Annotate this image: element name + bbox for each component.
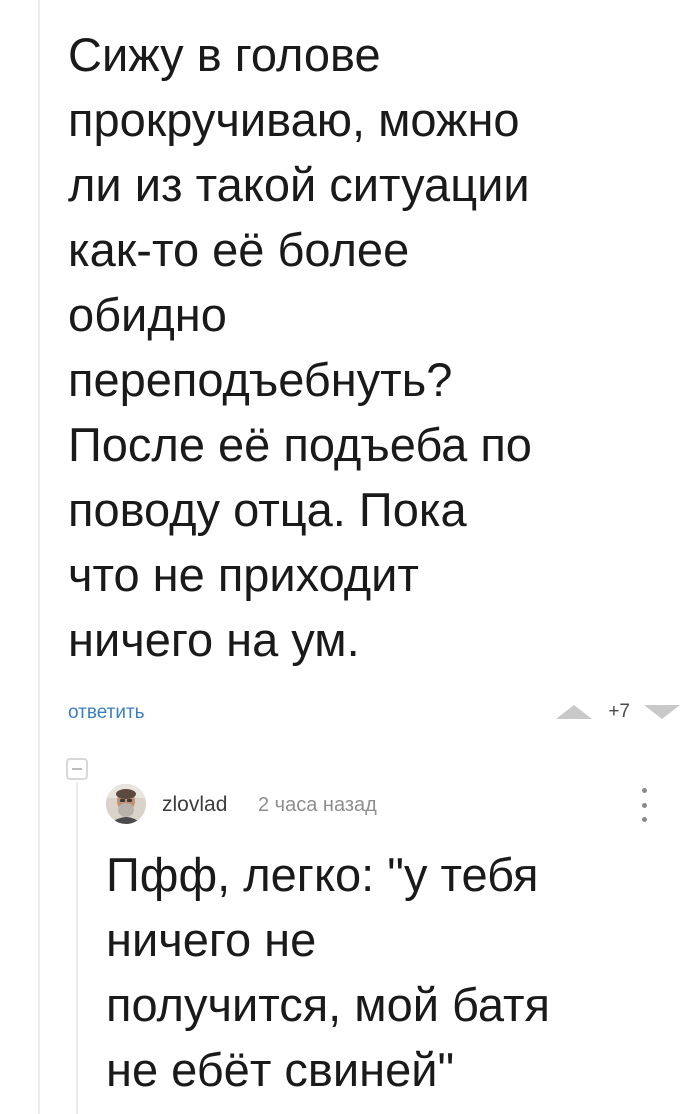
collapse-thread-icon[interactable] bbox=[66, 758, 88, 780]
comment-body: Сижу в голове прокручиваю, можно ли из т… bbox=[68, 28, 532, 666]
dot bbox=[641, 817, 647, 822]
vote-count: +7 bbox=[608, 701, 630, 722]
vote-control: +7 bbox=[556, 698, 680, 726]
comments-page: Сижу в голове прокручиваю, можно ли из т… bbox=[0, 0, 700, 1114]
reply-timestamp: 2 часа назад bbox=[258, 794, 377, 816]
upvote-icon[interactable] bbox=[556, 705, 593, 719]
thread-line bbox=[38, 0, 40, 1114]
downvote-icon[interactable] bbox=[644, 705, 680, 719]
more-options-icon[interactable] bbox=[638, 788, 650, 822]
avatar-image bbox=[106, 784, 146, 824]
avatar[interactable] bbox=[106, 784, 146, 824]
reply-username[interactable]: zlovlad bbox=[162, 793, 227, 817]
reply-body: Пфф, легко: "у тебя ничего не получится,… bbox=[106, 848, 550, 1096]
comment-actions: ответить +7 bbox=[68, 694, 680, 730]
dot bbox=[641, 802, 647, 808]
reply-thread-line bbox=[76, 782, 78, 1114]
reply-header: zlovlad 2 часа назад bbox=[106, 782, 666, 826]
reply-button[interactable]: ответить bbox=[68, 702, 145, 724]
dot bbox=[641, 788, 647, 793]
